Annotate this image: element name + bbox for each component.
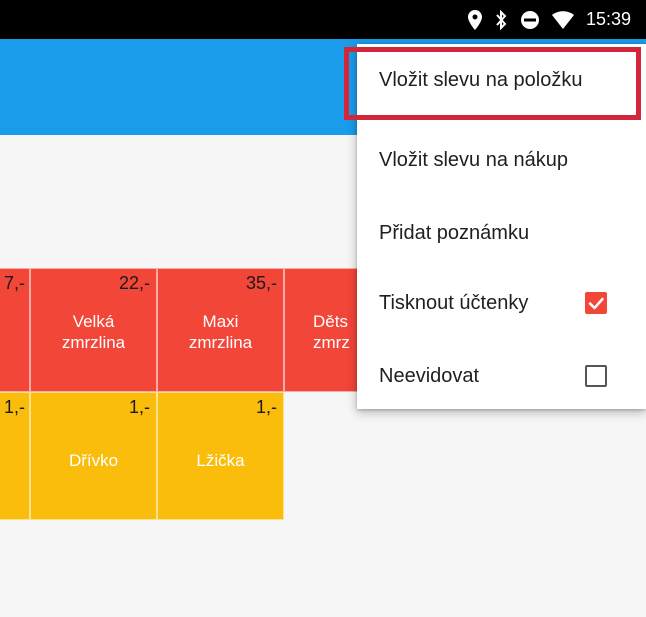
- status-bar: 15:39: [0, 0, 646, 39]
- tile-price: 1,-: [128, 397, 150, 417]
- checkmark-icon: [588, 297, 604, 310]
- product-tile[interactable]: 1,-: [0, 392, 30, 520]
- menu-item-print-receipts[interactable]: Tisknout účtenky: [357, 267, 646, 340]
- menu-item-label: Přidat poznámku: [379, 222, 530, 244]
- tile-name: Maxi zmrzlina: [188, 312, 253, 352]
- menu-item-add-note[interactable]: Přidat poznámku: [357, 197, 646, 270]
- tile-name: Dřívko: [68, 451, 119, 470]
- location-icon: [468, 9, 482, 30]
- wifi-icon: [552, 10, 574, 29]
- tile-price: 35,-: [245, 273, 277, 293]
- menu-item-discount-item[interactable]: Vložit slevu na položku: [357, 44, 646, 117]
- tile-price: 1,-: [3, 397, 25, 417]
- product-tile-velka-zmrzlina[interactable]: 22,- Velká zmrzlina: [30, 268, 157, 392]
- menu-item-do-not-record[interactable]: Neevidovat: [357, 340, 646, 413]
- status-time: 15:39: [586, 9, 632, 29]
- menu-item-label: Neevidovat: [379, 365, 480, 387]
- overflow-menu: Vložit slevu na položku Vložit slevu na …: [357, 44, 646, 409]
- do-not-disturb-icon: [521, 10, 539, 29]
- tile-name: Velká zmrzlina: [61, 312, 126, 352]
- do-not-record-checkbox[interactable]: [585, 365, 607, 387]
- tile-price: 22,-: [118, 273, 150, 293]
- tile-name: Děts zmrz: [313, 312, 350, 352]
- tile-price: 1,-: [255, 397, 277, 417]
- menu-item-discount-purchase[interactable]: Vložit slevu na nákup: [357, 124, 646, 197]
- menu-item-label: Tisknout účtenky: [379, 292, 529, 314]
- product-tile-maxi-zmrzlina[interactable]: 35,- Maxi zmrzlina: [157, 268, 284, 392]
- product-tile-detska-zmrzlina[interactable]: Děts zmrz: [284, 268, 364, 392]
- bluetooth-icon: [496, 9, 507, 30]
- tile-name: Lžička: [196, 451, 245, 470]
- status-icons: 15:39: [468, 0, 646, 39]
- tile-price: 7,-: [3, 273, 25, 293]
- menu-item-label: Vložit slevu na položku: [379, 69, 583, 91]
- menu-item-label: Vložit slevu na nákup: [379, 149, 569, 171]
- print-receipts-checkbox[interactable]: [585, 292, 607, 314]
- product-tile-lzicka[interactable]: 1,- Lžička: [157, 392, 284, 520]
- product-tile-drivko[interactable]: 1,- Dřívko: [30, 392, 157, 520]
- product-tile[interactable]: 7,-: [0, 268, 30, 392]
